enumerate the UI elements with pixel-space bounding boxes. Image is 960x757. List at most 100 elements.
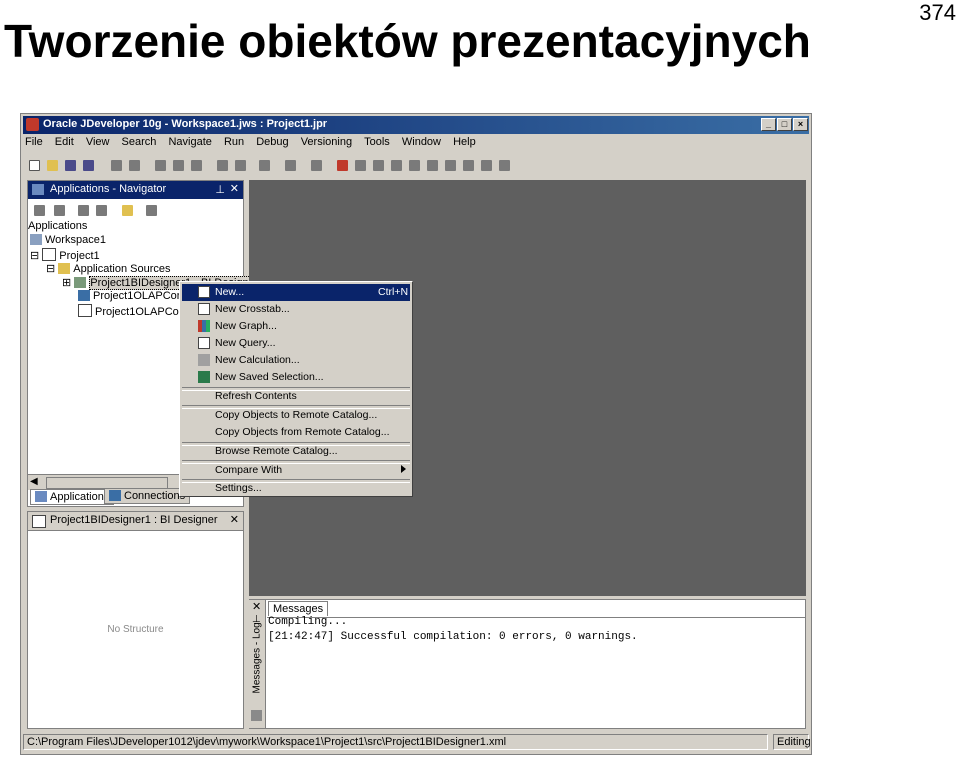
menu-item-copy-from-remote[interactable]: Copy Objects from Remote Catalog...: [182, 424, 410, 441]
pause-icon[interactable]: [461, 158, 476, 173]
tab-connections-label: Connections: [124, 490, 186, 502]
menu-item-new-shortcut: Ctrl+N: [378, 286, 409, 298]
page-number: 374: [919, 0, 956, 25]
menu-item-compare-with[interactable]: Compare With: [182, 462, 410, 479]
close-icon[interactable]: ✕: [230, 182, 239, 195]
log-line: Compiling...: [268, 616, 348, 628]
menu-edit[interactable]: Edit: [55, 136, 74, 148]
redo-icon[interactable]: [127, 158, 142, 173]
run-icon[interactable]: [309, 158, 324, 173]
filter-icon[interactable]: [94, 203, 109, 218]
scroll-left-icon[interactable]: ◀: [30, 476, 38, 487]
menu-item-settings[interactable]: Settings...: [182, 480, 410, 497]
menu-item-new-saved-selection[interactable]: New Saved Selection...: [182, 369, 410, 386]
menu-item-copy-from-remote-label: Copy Objects from Remote Catalog...: [215, 426, 390, 438]
menu-item-new-calculation-label: New Calculation...: [215, 354, 300, 366]
step-out-icon[interactable]: [407, 158, 422, 173]
xml-file-icon: [78, 304, 92, 317]
minimize-button[interactable]: _: [761, 118, 776, 131]
menu-item-refresh[interactable]: Refresh Contents: [182, 388, 410, 405]
menu-item-browse-remote[interactable]: Browse Remote Catalog...: [182, 443, 410, 460]
main-toolbar: [25, 156, 805, 176]
step-into-icon[interactable]: [389, 158, 404, 173]
menu-view[interactable]: View: [86, 136, 110, 148]
log-close-icon[interactable]: ✕: [252, 600, 261, 613]
menu-item-settings-label: Settings...: [215, 482, 262, 494]
pin-icon[interactable]: ⊥: [215, 183, 225, 196]
delete-icon[interactable]: [52, 203, 67, 218]
menu-window[interactable]: Window: [402, 136, 441, 148]
menu-item-new-query[interactable]: New Query...: [182, 335, 410, 352]
cut-icon[interactable]: [153, 158, 168, 173]
menu-versioning[interactable]: Versioning: [301, 136, 352, 148]
new-file-icon[interactable]: [27, 158, 42, 173]
saved-selection-icon: [198, 371, 210, 383]
structure-icon: [32, 515, 46, 528]
menu-item-new-crosstab[interactable]: New Crosstab...: [182, 301, 410, 318]
connections-tab-icon: [109, 490, 121, 501]
binary-icon[interactable]: [257, 158, 272, 173]
paste-icon[interactable]: [189, 158, 204, 173]
save-all-icon[interactable]: [81, 158, 96, 173]
menu-help[interactable]: Help: [453, 136, 476, 148]
new-application-icon[interactable]: [32, 203, 47, 218]
open-folder-icon[interactable]: [45, 158, 60, 173]
window-title: Oracle JDeveloper 10g - Workspace1.jws :…: [43, 118, 328, 130]
tab-applications[interactable]: Applications: [30, 489, 115, 505]
tree-app-sources[interactable]: ⊟ Application Sources: [46, 262, 171, 275]
navigator-header[interactable]: Applications - Navigator ⊥ ✕: [28, 181, 243, 199]
window-titlebar[interactable]: Oracle JDeveloper 10g - Workspace1.jws :…: [23, 116, 809, 134]
log-side-label[interactable]: Messages - Log: [252, 622, 263, 693]
crosstab-icon: [198, 303, 210, 315]
navigator-title: Applications - Navigator: [50, 183, 167, 195]
resume-icon[interactable]: [443, 158, 458, 173]
log-view-icon[interactable]: [251, 710, 262, 721]
tree-applications[interactable]: Applications: [28, 220, 87, 232]
trash-icon[interactable]: [497, 158, 512, 173]
stop-icon[interactable]: [479, 158, 494, 173]
menu-debug[interactable]: Debug: [256, 136, 288, 148]
menu-file[interactable]: File: [25, 136, 43, 148]
menu-item-copy-to-remote[interactable]: Copy Objects to Remote Catalog...: [182, 407, 410, 424]
debug-bug-icon[interactable]: [335, 158, 350, 173]
menu-run[interactable]: Run: [224, 136, 244, 148]
folder-options-icon[interactable]: [120, 203, 135, 218]
refresh-icon[interactable]: [283, 158, 298, 173]
undo-icon[interactable]: [109, 158, 124, 173]
structure-close-icon[interactable]: ✕: [230, 513, 239, 526]
menu-item-new-saved-selection-label: New Saved Selection...: [215, 371, 324, 383]
menu-navigate[interactable]: Navigate: [168, 136, 211, 148]
step-icon[interactable]: [353, 158, 368, 173]
log-side-strip: ✕ ⊥ Messages - Log: [249, 600, 266, 728]
make-icon[interactable]: [215, 158, 230, 173]
menu-item-new-graph[interactable]: New Graph...: [182, 318, 410, 335]
slide-title: Tworzenie obiektów prezentacyjnych: [4, 15, 811, 67]
menu-item-new-crosstab-label: New Crosstab...: [215, 303, 290, 315]
tree-project[interactable]: ⊟ Project1: [30, 248, 100, 262]
tree-workspace[interactable]: Workspace1: [30, 234, 106, 246]
close-button[interactable]: ×: [793, 118, 808, 131]
menu-item-new-calculation[interactable]: New Calculation...: [182, 352, 410, 369]
tree-item-olap-1[interactable]: Project1OLAPConfig: [78, 290, 195, 302]
status-mode-box: Editing: [773, 734, 811, 750]
rebuild-icon[interactable]: [233, 158, 248, 173]
status-bar: C:\Program Files\JDeveloper1012\jdev\myw…: [23, 734, 811, 752]
step-end-icon[interactable]: [425, 158, 440, 173]
copy-icon[interactable]: [171, 158, 186, 173]
step-over-icon[interactable]: [371, 158, 386, 173]
tree-workspace-label: Workspace1: [45, 234, 106, 246]
tree-project-label: Project1: [59, 250, 100, 262]
maximize-button[interactable]: □: [777, 118, 792, 131]
menu-search[interactable]: Search: [122, 136, 157, 148]
menu-item-new[interactable]: New... Ctrl+N: [182, 284, 410, 301]
structure-title: Project1BIDesigner1 : BI Designer - Stru…: [50, 514, 220, 526]
menu-tools[interactable]: Tools: [364, 136, 390, 148]
add-icon[interactable]: [76, 203, 91, 218]
structure-header[interactable]: Project1BIDesigner1 : BI Designer - Stru…: [28, 512, 243, 531]
tab-connections[interactable]: Connections: [104, 488, 191, 504]
status-path: C:\Program Files\JDeveloper1012\jdev\myw…: [27, 736, 507, 748]
structure-panel: Project1BIDesigner1 : BI Designer - Stru…: [27, 511, 244, 729]
toggle-view-icon[interactable]: [144, 203, 159, 218]
save-icon[interactable]: [63, 158, 78, 173]
tab-messages[interactable]: Messages: [268, 601, 329, 616]
